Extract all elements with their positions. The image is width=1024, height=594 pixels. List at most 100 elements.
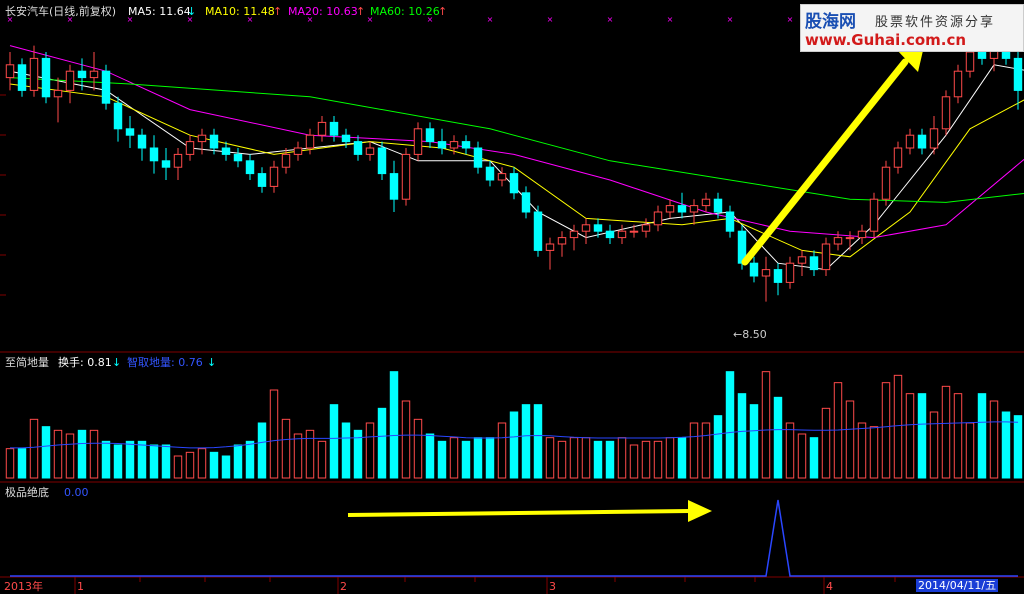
candle-up (905, 134, 915, 149)
volume-bar (533, 404, 543, 479)
smart-volume-arrow: ↓ (207, 356, 217, 369)
ma5-label: MA5: 11.64 (128, 5, 191, 18)
volume-bar (761, 371, 771, 479)
marker-x: × (607, 15, 614, 24)
candle-up (65, 70, 75, 91)
volume-bar (641, 440, 651, 479)
candle-up (197, 134, 207, 143)
xaxis-month-4: 4 (826, 580, 833, 593)
volume-bar (929, 411, 939, 479)
volume-bar (233, 444, 243, 479)
candle-up (173, 153, 183, 168)
volume-bar (977, 393, 987, 479)
volume-bar (125, 440, 135, 479)
volume-bar (173, 455, 183, 479)
volume-bar (5, 448, 15, 479)
candle-up (785, 262, 795, 283)
candle-down (209, 134, 219, 149)
ma60-arrow: ↑ (438, 5, 448, 18)
volume-bar (401, 400, 411, 479)
candle-up (185, 141, 195, 155)
volume-bar (341, 422, 351, 479)
volume-bar (797, 433, 807, 479)
candle-up (5, 64, 15, 79)
candle-up (629, 230, 639, 233)
volume-bar (269, 389, 279, 479)
candle-up (641, 224, 651, 232)
low-price-value: 8.50 (742, 328, 767, 341)
candle-down (137, 134, 147, 149)
watermark-logo: 股海网 股票软件资源分享 www.Guhai.com.cn (800, 4, 1024, 52)
volume-bar (245, 440, 255, 479)
volume-bar (569, 437, 579, 479)
volume-bar (65, 433, 75, 479)
volume-bar (221, 455, 231, 479)
volume-bar (941, 385, 951, 479)
candle-up (857, 230, 867, 239)
candle-up (845, 237, 855, 240)
marker-x: × (667, 15, 674, 24)
candle-up (449, 141, 459, 149)
volume-bar (785, 422, 795, 479)
candle-down (485, 166, 495, 181)
candle-up (293, 147, 303, 155)
candle-down (605, 230, 615, 239)
volume-bar (869, 426, 879, 479)
candle-down (677, 205, 687, 213)
volume-bar (329, 404, 339, 479)
candle-up (497, 173, 507, 181)
candle-up (761, 269, 771, 277)
candle-down (149, 147, 159, 162)
candle-up (281, 153, 291, 168)
candle-down (1013, 57, 1023, 91)
volume-bar (677, 437, 687, 479)
ma20-arrow: ↑ (356, 5, 366, 18)
volume-bar (305, 429, 315, 479)
volume-bar (821, 407, 831, 479)
volume-bar (425, 433, 435, 479)
volume-bar (161, 444, 171, 479)
volume-bar (581, 437, 591, 479)
watermark-brand: 股海网 (805, 12, 856, 32)
candle-down (233, 153, 243, 162)
candle-down (389, 173, 399, 200)
volume-bar (281, 418, 291, 479)
candle-up (557, 237, 567, 245)
volume-bar (77, 429, 87, 479)
ma10-label: MA10: 11.48 (205, 5, 275, 18)
volume-bar (917, 393, 927, 479)
volume-bar (773, 396, 783, 479)
volume-bar (293, 433, 303, 479)
volume-bar (437, 440, 447, 479)
volume-bar (749, 404, 759, 479)
candle-up (953, 70, 963, 98)
watermark-url: www.Guhai.com.cn (805, 31, 967, 49)
volume-bar (29, 418, 39, 479)
candle-up (365, 147, 375, 155)
volume-bar (101, 440, 111, 479)
ma60-label: MA60: 10.26 (370, 5, 440, 18)
candle-up (881, 166, 891, 200)
ma20-label: MA20: 10.63 (288, 5, 358, 18)
candle-up (653, 211, 663, 226)
volume-bar (449, 437, 459, 479)
volume-bar (857, 422, 867, 479)
candle-down (341, 134, 351, 143)
candle-up (665, 205, 675, 213)
candle-down (977, 51, 987, 59)
candle-up (581, 224, 591, 232)
candle-down (773, 269, 783, 283)
stock-chart[interactable]: ××××××××××××××××× (0, 0, 1024, 594)
volume-bar (617, 437, 627, 479)
marker-x: × (727, 15, 734, 24)
bottom-panel-title: 极品绝底 (5, 486, 49, 499)
candle-down (17, 64, 27, 91)
volume-bar (149, 444, 159, 479)
watermark-slogan: 股票软件资源分享 (875, 15, 996, 30)
volume-bar (41, 426, 51, 479)
volume-bar (665, 437, 675, 479)
volume-bar (197, 448, 207, 479)
candle-down (221, 147, 231, 155)
candle-up (305, 134, 315, 149)
volume-bar (845, 400, 855, 479)
